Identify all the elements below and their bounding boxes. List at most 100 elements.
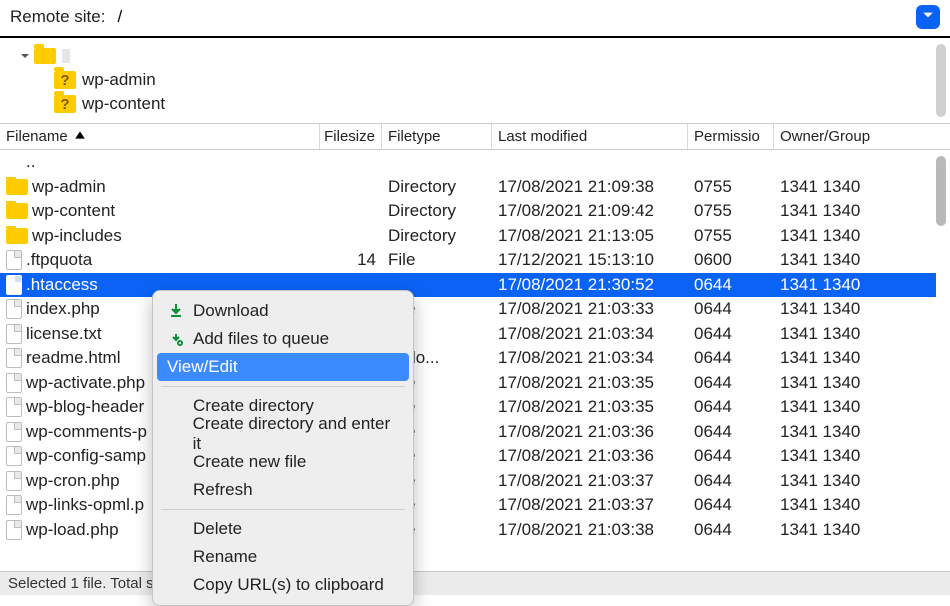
table-row[interactable]: wp-adminDirectory17/08/2021 21:09:380755… — [0, 175, 936, 200]
menu-item[interactable]: Create directory and enter it — [153, 420, 413, 448]
table-row[interactable]: .ftpquota14File17/12/2021 15:13:10060013… — [0, 248, 936, 273]
permissions: 0644 — [688, 520, 774, 540]
folder-icon — [6, 203, 28, 219]
table-row[interactable]: wp-comments-p-file17/08/2021 21:03:36064… — [0, 420, 936, 445]
filename: wp-content — [32, 201, 115, 221]
address-input[interactable] — [113, 4, 908, 30]
chevron-down-icon[interactable] — [16, 51, 34, 61]
last-modified: 17/08/2021 21:03:35 — [492, 373, 688, 393]
last-modified: 17/08/2021 21:03:35 — [492, 397, 688, 417]
address-dropdown-button[interactable] — [916, 5, 940, 29]
menu-separator — [161, 509, 405, 510]
column-header-filesize[interactable]: Filesize — [320, 124, 382, 149]
permissions: 0644 — [688, 275, 774, 295]
tree-item-label[interactable]: wp-content — [82, 94, 165, 114]
column-header-filename[interactable]: Filename — [0, 124, 320, 149]
folder-icon — [34, 48, 56, 64]
table-row[interactable]: wp-config-samp-file17/08/2021 21:03:3606… — [0, 444, 936, 469]
folder-unknown-icon: ? — [54, 95, 76, 113]
table-row[interactable]: wp-blog-header-file17/08/2021 21:03:3506… — [0, 395, 936, 420]
last-modified: 17/08/2021 21:03:33 — [492, 299, 688, 319]
table-row[interactable]: wp-activate.php-file17/08/2021 21:03:350… — [0, 371, 936, 396]
file-icon — [6, 275, 22, 295]
owner-group: 1341 1340 — [774, 397, 910, 417]
file-icon — [6, 446, 22, 466]
last-modified: 17/08/2021 21:03:34 — [492, 348, 688, 368]
filename: wp-comments-p — [26, 422, 147, 442]
file-icon — [6, 397, 22, 417]
owner-group: 1341 1340 — [774, 348, 910, 368]
folder-unknown-icon: ? — [54, 71, 76, 89]
permissions: 0644 — [688, 397, 774, 417]
file-icon — [6, 299, 22, 319]
table-row[interactable]: wp-links-opml.p-file17/08/2021 21:03:370… — [0, 493, 936, 518]
column-header-owner[interactable]: Owner/Group — [774, 124, 910, 149]
download-icon — [167, 302, 185, 320]
menu-item[interactable]: Rename — [153, 543, 413, 571]
menu-item[interactable]: Delete — [153, 515, 413, 543]
filename: wp-blog-header — [26, 397, 144, 417]
owner-group: 1341 1340 — [774, 299, 910, 319]
last-modified: 17/08/2021 21:03:34 — [492, 324, 688, 344]
menu-item[interactable]: Refresh — [153, 476, 413, 504]
permissions: 0644 — [688, 446, 774, 466]
menu-item-label: Refresh — [193, 480, 253, 500]
table-row[interactable]: .. — [0, 150, 936, 175]
file-list-header: Filename Filesize Filetype Last modified… — [0, 124, 950, 150]
permissions: 0755 — [688, 177, 774, 197]
scrollbar[interactable] — [936, 44, 946, 117]
table-row[interactable]: wp-cron.php-file17/08/2021 21:03:3706441… — [0, 469, 936, 494]
scrollbar[interactable] — [936, 156, 946, 226]
filesize: 14 — [320, 250, 382, 270]
address-label: Remote site: — [10, 7, 105, 27]
last-modified: 17/08/2021 21:03:37 — [492, 495, 688, 515]
permissions: 0600 — [688, 250, 774, 270]
last-modified: 17/08/2021 21:03:36 — [492, 422, 688, 442]
file-icon — [6, 373, 22, 393]
owner-group: 1341 1340 — [774, 471, 910, 491]
permissions: 0644 — [688, 471, 774, 491]
tree-item-label[interactable]: wp-admin — [82, 70, 156, 90]
menu-item[interactable]: Download — [153, 297, 413, 325]
menu-item[interactable]: Add files to queue — [153, 325, 413, 353]
file-list: Filename Filesize Filetype Last modified… — [0, 123, 950, 571]
filename: readme.html — [26, 348, 120, 368]
owner-group: 1341 1340 — [774, 446, 910, 466]
column-header-filetype[interactable]: Filetype — [382, 124, 492, 149]
permissions: 0644 — [688, 373, 774, 393]
owner-group: 1341 1340 — [774, 177, 910, 197]
menu-item-label: Rename — [193, 547, 257, 567]
address-bar: Remote site: — [0, 0, 950, 38]
last-modified: 17/08/2021 21:03:37 — [492, 471, 688, 491]
table-row[interactable]: readme.htmlIL do...17/08/2021 21:03:3406… — [0, 346, 936, 371]
file-icon — [6, 495, 22, 515]
filename: wp-activate.php — [26, 373, 145, 393]
column-header-modified[interactable]: Last modified — [492, 124, 688, 149]
menu-item-label: Download — [193, 301, 269, 321]
permissions: 0644 — [688, 348, 774, 368]
file-icon — [6, 348, 22, 368]
menu-item-label: Delete — [193, 519, 242, 539]
remote-tree[interactable]: ? wp-admin ? wp-content — [0, 38, 950, 123]
filetype: Directory — [382, 201, 492, 221]
permissions: 0644 — [688, 495, 774, 515]
table-row[interactable]: wp-contentDirectory17/08/2021 21:09:4207… — [0, 199, 936, 224]
owner-group: 1341 1340 — [774, 275, 910, 295]
table-row[interactable]: license.txtile17/08/2021 21:03:340644134… — [0, 322, 936, 347]
column-header-permissions[interactable]: Permissio — [688, 124, 774, 149]
sort-asc-icon — [68, 128, 86, 145]
owner-group: 1341 1340 — [774, 324, 910, 344]
permissions: 0755 — [688, 226, 774, 246]
menu-item[interactable]: View/Edit — [157, 353, 409, 381]
permissions: 0644 — [688, 324, 774, 344]
last-modified: 17/08/2021 21:03:38 — [492, 520, 688, 540]
filename: index.php — [26, 299, 100, 319]
table-row[interactable]: .htaccess17/08/2021 21:30:5206441341 134… — [0, 273, 936, 298]
table-row[interactable]: index.php-file17/08/2021 21:03:330644134… — [0, 297, 936, 322]
selection-indicator — [62, 49, 70, 63]
table-row[interactable]: wp-includesDirectory17/08/2021 21:13:050… — [0, 224, 936, 249]
owner-group: 1341 1340 — [774, 226, 910, 246]
table-row[interactable]: wp-load.php-file17/08/2021 21:03:3806441… — [0, 518, 936, 543]
chevron-down-icon — [922, 8, 934, 26]
filetype: File — [382, 250, 492, 270]
